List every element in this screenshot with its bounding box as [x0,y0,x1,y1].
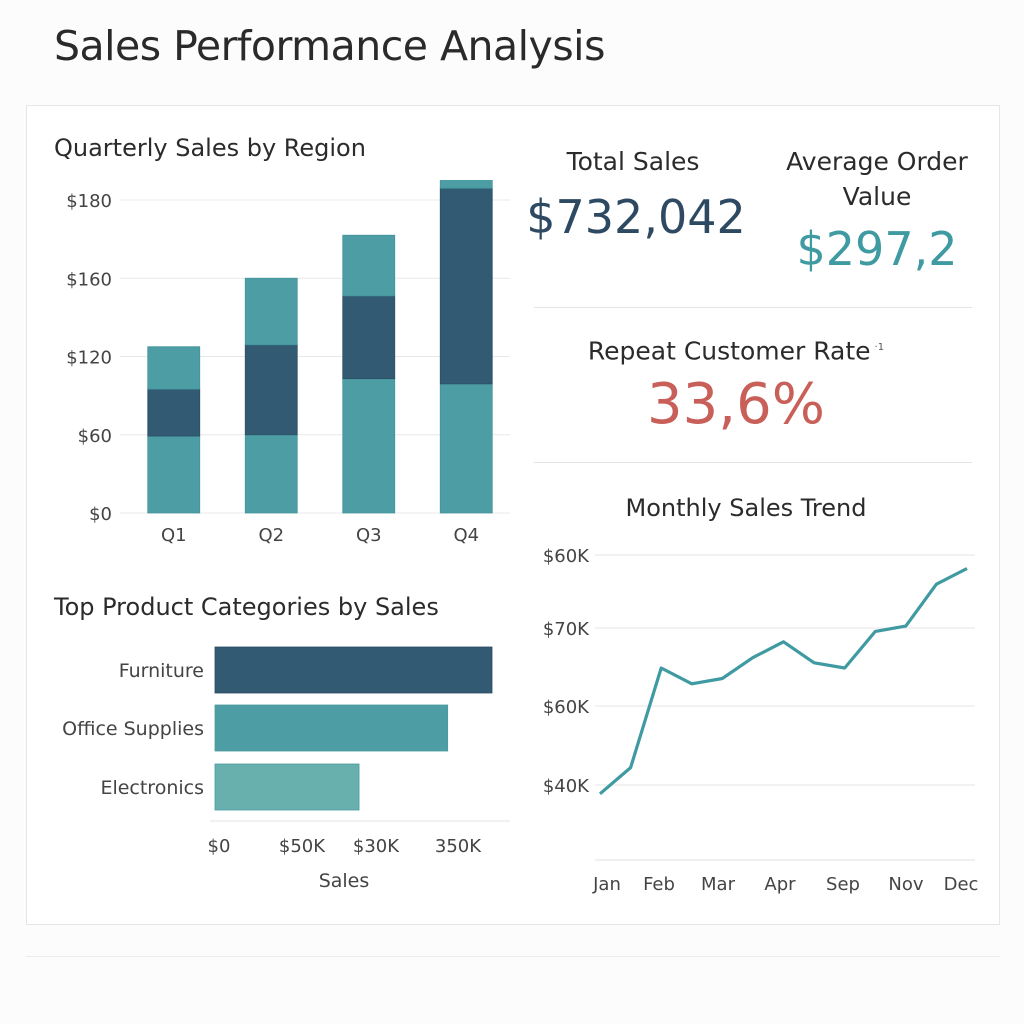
x-tick-label: Q4 [453,525,479,546]
bar-segment [439,180,493,189]
x-tick-label: Dec [944,874,979,895]
x-tick-label: Feb [643,874,675,895]
avg-order-value: $297,2 [796,222,958,276]
repeat-rate-label-text: Repeat Customer Rate [587,336,871,366]
avg-order-label: Average Order Value [786,147,968,211]
sales-trend-line [598,567,968,796]
x-tick-label: Apr [764,874,796,895]
y-tick-label: $70K [543,619,590,640]
bar-segment [439,383,493,514]
x-tick-label: Mar [701,874,736,895]
monthly-sales-chart: $60K $70K $60K $40K Jan Feb Mar Apr Sep Nov Dec [543,546,979,895]
x-tick-label: Q2 [258,525,284,546]
total-sales-value: $732,042 [526,190,746,244]
category-bar [214,763,360,811]
quarterly-chart-title: Quarterly Sales by Region [54,134,366,162]
category-label: Furniture [119,660,204,682]
bar-segment [244,434,298,514]
category-bar [214,704,449,752]
category-bar [214,646,493,694]
x-tick-label: Q1 [161,525,187,546]
y-tick-label: $160 [66,269,112,290]
bar-segment [147,346,201,390]
x-tick-label: 350K [435,836,482,857]
total-sales-label: Total Sales [566,147,700,176]
page-title: Sales Performance Analysis [54,22,605,70]
bar-segment [342,378,396,514]
category-label: Electronics [100,777,204,799]
x-tick-label: $0 [208,836,231,857]
bar-segment [147,388,201,437]
bar-segment [244,277,298,346]
x-axis-label: Sales [319,870,370,892]
repeat-rate-label: Repeat Customer Rate ·1 [534,330,938,368]
bar-segment [342,295,396,380]
repeat-rate-value: 33,6% [647,372,825,437]
y-tick-label: $40K [543,776,590,797]
quarterly-sales-chart: $0 $60 $120 $160 $180 Q1 Q2 Q3 Q4 [66,180,510,546]
y-tick-label: $60 [78,426,112,447]
bar-segment [147,435,201,514]
x-tick-label: Jan [592,874,621,895]
y-tick-label: $60K [543,546,590,567]
x-tick-label: Nov [888,874,923,895]
y-tick-label: $60K [543,697,590,718]
categories-chart-title: Top Product Categories by Sales [54,593,439,621]
y-tick-label: $180 [66,191,112,212]
x-tick-label: Q3 [356,525,382,546]
x-tick-label: $50K [279,836,326,857]
y-tick-label: $120 [66,348,112,369]
kpi-divider-2 [534,462,972,463]
bar-segment [439,187,493,385]
monthly-chart-title: Monthly Sales Trend [625,494,867,522]
x-tick-label: $30K [353,836,400,857]
y-tick-label: $0 [89,504,112,525]
categories-chart: Furniture Office Supplies Electronics $0 $50… [62,646,510,892]
repeat-rate-footnote: ·1 [874,342,885,353]
kpi-divider-1 [534,307,972,308]
bar-segment [342,234,396,297]
x-tick-label: Sep [826,874,860,895]
category-label: Office Supplies [62,718,204,740]
bar-segment [244,344,298,436]
bottom-divider [26,956,1000,957]
